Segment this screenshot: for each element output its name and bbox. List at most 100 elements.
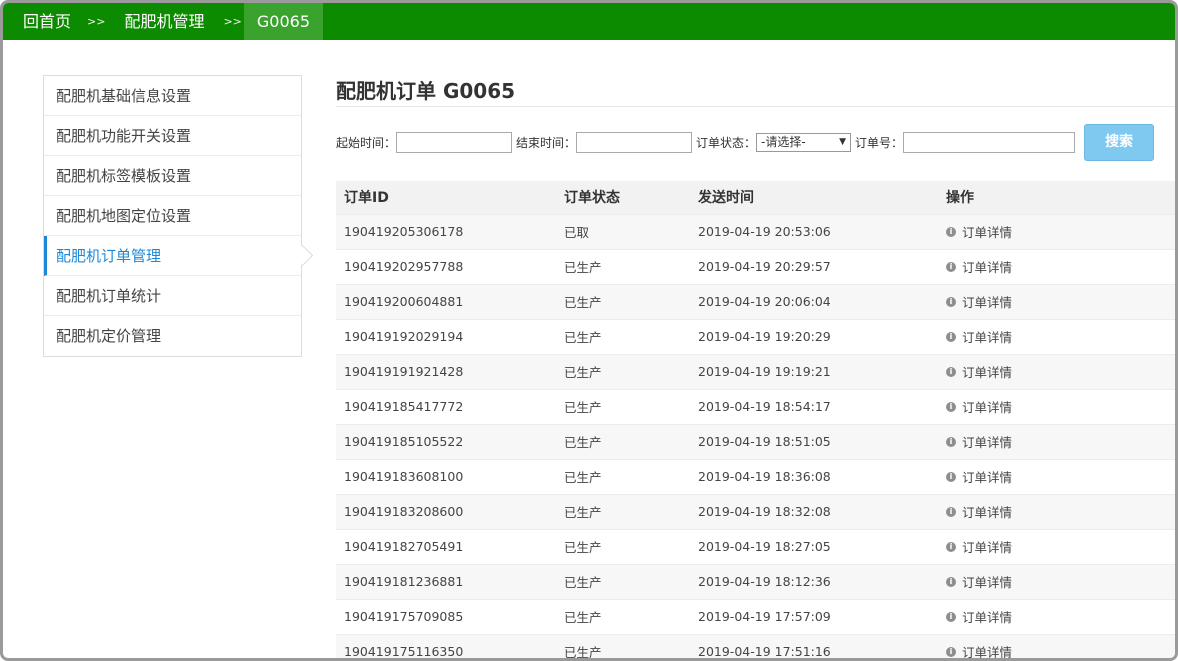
order-id-cell: 190419192029194: [344, 329, 464, 344]
order-id-cell: 190419191921428: [344, 364, 464, 379]
order-detail-label: 订单详情: [962, 330, 1013, 345]
order-detail-link[interactable]: i 订单详情: [946, 292, 1175, 311]
info-icon: i: [946, 401, 956, 412]
order-detail-link[interactable]: i 订单详情: [946, 467, 1175, 486]
order-detail-label: 订单详情: [962, 470, 1013, 485]
app-frame: 回首页 >> 配肥机管理 >> G0065 配肥机基础信息设置 配肥机功能开关设…: [0, 0, 1178, 661]
order-status-select[interactable]: -请选择- ▼: [756, 132, 852, 152]
order-id-cell: 190419183208600: [344, 504, 464, 519]
action-cell: i 订单详情: [938, 634, 1175, 661]
info-icon: i: [946, 611, 956, 622]
order-detail-link[interactable]: i 订单详情: [946, 572, 1175, 591]
order-detail-label: 订单详情: [962, 610, 1013, 625]
order-status-cell: 已生产: [564, 435, 602, 450]
info-icon: i: [946, 541, 956, 552]
table-row: 190419205306178 已取 2019-04-19 20:53:06 i 订单详…: [336, 214, 1175, 249]
column-header-order-id: 订单ID: [344, 190, 389, 207]
info-icon: i: [946, 646, 956, 657]
start-time-label: 起始时间：: [336, 135, 397, 150]
breadcrumb-separator: >>: [87, 15, 106, 28]
order-status-cell: 已生产: [564, 365, 602, 380]
breadcrumb-section-link[interactable]: 配肥机管理: [107, 3, 221, 40]
sidebar-item-pricing[interactable]: 配肥机定价管理: [44, 316, 301, 356]
order-detail-link[interactable]: i 订单详情: [946, 362, 1175, 381]
action-cell: i 订单详情: [938, 214, 1175, 249]
table-row: 190419200604881 已生产 2019-04-19 20:06:04 i 订单…: [336, 284, 1175, 319]
send-time-cell: 2019-04-19 18:12:36: [698, 574, 831, 589]
order-detail-link[interactable]: i 订单详情: [946, 327, 1175, 346]
breadcrumb-current: G0065: [243, 3, 324, 40]
send-time-cell: 2019-04-19 20:53:06: [698, 224, 831, 239]
sidebar-item-map-location[interactable]: 配肥机地图定位设置: [44, 196, 301, 236]
info-icon: i: [946, 436, 956, 447]
send-time-cell: 2019-04-19 20:29:57: [698, 259, 831, 274]
send-time-cell: 2019-04-19 18:36:08: [698, 469, 831, 484]
start-time-input[interactable]: [396, 131, 513, 153]
order-status-label: 订单状态：: [696, 135, 757, 150]
order-detail-link[interactable]: i 订单详情: [946, 397, 1175, 416]
order-detail-link[interactable]: i 订单详情: [946, 257, 1175, 276]
order-detail-label: 订单详情: [962, 365, 1013, 380]
sidebar-item-label-template[interactable]: 配肥机标签模板设置: [44, 156, 301, 196]
order-number-input[interactable]: [903, 131, 1076, 153]
order-detail-link[interactable]: i 订单详情: [946, 432, 1175, 451]
send-time-cell: 2019-04-19 17:51:16: [698, 644, 831, 660]
action-cell: i 订单详情: [938, 389, 1175, 424]
send-time-cell: 2019-04-19 19:20:29: [698, 329, 831, 344]
send-time-cell: 2019-04-19 18:54:17: [698, 399, 831, 414]
sidebar-menu: 配肥机基础信息设置 配肥机功能开关设置 配肥机标签模板设置 配肥机地图定位设置 …: [43, 75, 302, 357]
sidebar-item-function-switch[interactable]: 配肥机功能开关设置: [44, 116, 301, 156]
send-time-cell: 2019-04-19 17:57:09: [698, 609, 831, 624]
info-icon: i: [946, 471, 956, 482]
order-detail-link[interactable]: i 订单详情: [946, 537, 1175, 556]
column-header-send-time: 发送时间: [698, 190, 754, 207]
order-detail-label: 订单详情: [962, 400, 1013, 415]
table-row: 190419185417772 已生产 2019-04-19 18:54:17 i 订单…: [336, 389, 1175, 424]
order-detail-label: 订单详情: [962, 260, 1013, 275]
table-row: 190419175116350 已生产 2019-04-19 17:51:16 i 订单…: [336, 634, 1175, 661]
order-detail-link[interactable]: i 订单详情: [946, 642, 1175, 661]
send-time-cell: 2019-04-19 18:51:05: [698, 434, 831, 449]
order-id-cell: 190419185105522: [344, 434, 464, 449]
action-cell: i 订单详情: [938, 459, 1175, 494]
info-icon: i: [946, 261, 956, 272]
action-cell: i 订单详情: [938, 564, 1175, 599]
order-status-cell: 已生产: [564, 470, 602, 485]
search-button[interactable]: 搜索: [1084, 123, 1155, 161]
table-row: 190419181236881 已生产 2019-04-19 18:12:36 i 订单…: [336, 564, 1175, 599]
action-cell: i 订单详情: [938, 284, 1175, 319]
order-status-cell: 已生产: [564, 610, 602, 625]
sidebar-item-basic-info[interactable]: 配肥机基础信息设置: [44, 76, 301, 116]
sidebar-item-order-management[interactable]: 配肥机订单管理: [44, 236, 301, 276]
order-status-cell: 已生产: [564, 400, 602, 415]
breadcrumb: 回首页 >> 配肥机管理 >> G0065: [3, 3, 1175, 40]
info-icon: i: [946, 296, 956, 307]
column-header-actions: 操作: [946, 190, 974, 207]
table-row: 190419191921428 已生产 2019-04-19 19:19:21 i 订单…: [336, 354, 1175, 389]
order-detail-label: 订单详情: [962, 645, 1013, 661]
end-time-input[interactable]: [576, 131, 693, 153]
table-row: 190419182705491 已生产 2019-04-19 18:27:05 i 订单…: [336, 529, 1175, 564]
order-status-cell: 已生产: [564, 575, 602, 590]
order-status-cell: 已生产: [564, 295, 602, 310]
order-detail-link[interactable]: i 订单详情: [946, 502, 1175, 521]
order-detail-label: 订单详情: [962, 435, 1013, 450]
end-time-label: 结束时间：: [516, 135, 577, 150]
info-icon: i: [946, 226, 956, 237]
order-id-cell: 190419200604881: [344, 294, 464, 309]
order-id-cell: 190419175709085: [344, 609, 464, 624]
filter-bar: 起始时间： 结束时间： 订单状态： -请选择- ▼ 订单号： 搜索: [336, 123, 1175, 161]
order-detail-label: 订单详情: [962, 295, 1013, 310]
info-icon: i: [946, 576, 956, 587]
order-detail-link[interactable]: i 订单详情: [946, 607, 1175, 626]
send-time-cell: 2019-04-19 20:06:04: [698, 294, 831, 309]
action-cell: i 订单详情: [938, 319, 1175, 354]
send-time-cell: 2019-04-19 18:27:05: [698, 539, 831, 554]
sidebar-item-order-statistics[interactable]: 配肥机订单统计: [44, 276, 301, 316]
main-content: 配肥机订单 G0065 起始时间： 结束时间： 订单状态： -请选择- ▼ 订单…: [336, 75, 1175, 661]
breadcrumb-home-link[interactable]: 回首页: [3, 3, 85, 40]
order-detail-link[interactable]: i 订单详情: [946, 222, 1175, 241]
table-row: 190419183608100 已生产 2019-04-19 18:36:08 i 订单…: [336, 459, 1175, 494]
order-id-cell: 190419205306178: [344, 224, 464, 239]
order-id-cell: 190419202957788: [344, 259, 464, 274]
